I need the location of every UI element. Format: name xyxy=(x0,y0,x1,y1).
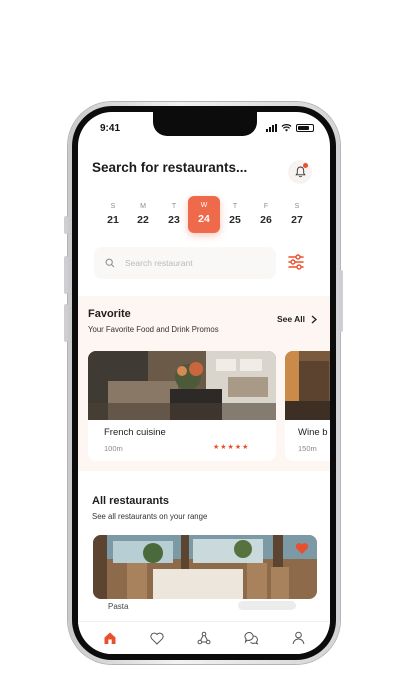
notification-badge xyxy=(303,163,308,168)
all-restaurants-section: All restaurants See all restaurants on y… xyxy=(78,481,330,621)
tab-profile[interactable] xyxy=(285,628,311,648)
date-number: 27 xyxy=(291,214,303,226)
chevron-right-icon xyxy=(311,315,318,323)
date-weekday: F xyxy=(263,203,269,210)
search-input[interactable] xyxy=(125,258,265,268)
card-restaurant-name: French cuisine xyxy=(104,427,166,438)
phone-volume-down-button xyxy=(64,304,68,342)
see-all-label: See All xyxy=(277,314,306,324)
tab-favorites[interactable] xyxy=(144,628,170,648)
date-item-26[interactable]: F 26 xyxy=(251,197,281,233)
tab-chat[interactable] xyxy=(238,628,264,648)
date-number: 24 xyxy=(198,213,210,225)
card-distance: 100m xyxy=(104,444,123,453)
date-weekday: S xyxy=(294,203,300,210)
card-restaurant-name: Wine b xyxy=(298,427,328,438)
date-number: 26 xyxy=(260,214,272,226)
home-icon xyxy=(104,632,116,644)
restaurant-card[interactable] xyxy=(93,535,317,599)
favorite-card-french-cuisine[interactable]: French cuisine 100m ★★★★★ xyxy=(88,351,276,461)
date-item-21[interactable]: S 21 xyxy=(98,197,128,233)
date-number: 23 xyxy=(168,214,180,226)
chat-icon xyxy=(244,631,259,645)
page-title: Search for restaurants... xyxy=(92,160,248,175)
date-weekday: M xyxy=(140,203,146,210)
date-weekday: T xyxy=(171,203,177,210)
notification-button[interactable] xyxy=(288,160,312,184)
search-bar[interactable] xyxy=(94,247,276,279)
date-number: 25 xyxy=(229,214,241,226)
date-item-24-selected[interactable]: W 24 xyxy=(188,196,220,233)
filter-sliders-icon[interactable] xyxy=(287,253,305,271)
favorite-title: Favorite xyxy=(88,308,131,320)
rating-stars: ★★★★★ xyxy=(213,444,250,451)
heart-icon xyxy=(150,632,164,645)
tab-share[interactable] xyxy=(191,628,217,648)
see-all-link[interactable]: See All xyxy=(277,314,318,324)
restaurant-card-tag xyxy=(238,601,296,610)
date-weekday: W xyxy=(200,202,208,209)
card-distance: 150m xyxy=(298,444,317,453)
status-icons xyxy=(266,124,314,132)
date-number: 22 xyxy=(137,214,149,226)
date-item-22[interactable]: M 22 xyxy=(128,197,158,233)
favorite-subtitle: Your Favorite Food and Drink Promos xyxy=(88,325,219,334)
phone-side-button xyxy=(64,216,68,234)
profile-icon xyxy=(292,631,305,645)
camera-notch xyxy=(153,112,257,136)
share-nodes-icon xyxy=(197,631,211,645)
date-weekday: T xyxy=(232,203,238,210)
battery-icon xyxy=(296,124,314,132)
status-time: 9:41 xyxy=(100,123,121,134)
restaurant-photo xyxy=(93,535,317,599)
favorite-card-wine-bar[interactable]: Wine b 150m xyxy=(285,351,330,461)
phone-power-button xyxy=(339,270,343,332)
date-item-23[interactable]: T 23 xyxy=(159,197,189,233)
date-weekday: S xyxy=(110,203,116,210)
bottom-tab-bar xyxy=(78,621,330,654)
date-number: 21 xyxy=(107,214,119,226)
restaurant-photo xyxy=(88,351,276,420)
all-restaurants-subtitle: See all restaurants on your range xyxy=(92,512,208,521)
restaurant-photo xyxy=(285,351,330,420)
date-item-27[interactable]: S 27 xyxy=(282,197,312,233)
wifi-icon xyxy=(281,124,292,132)
app-screen: 9:41 Search for restaurants... S 21 M 22… xyxy=(78,112,330,654)
favorite-section: Favorite Your Favorite Food and Drink Pr… xyxy=(78,296,330,471)
cellular-signal-icon xyxy=(266,124,277,132)
tab-home[interactable] xyxy=(97,628,123,648)
all-restaurants-title: All restaurants xyxy=(92,495,170,507)
date-item-25[interactable]: T 25 xyxy=(220,197,250,233)
phone-volume-up-button xyxy=(64,256,68,294)
restaurant-card-name: Pasta xyxy=(108,602,129,611)
favorite-heart-icon[interactable] xyxy=(295,542,309,555)
date-selector: S 21 M 22 T 23 W 24 T 25 F 26 S 27 xyxy=(98,196,312,233)
search-icon xyxy=(105,258,115,268)
